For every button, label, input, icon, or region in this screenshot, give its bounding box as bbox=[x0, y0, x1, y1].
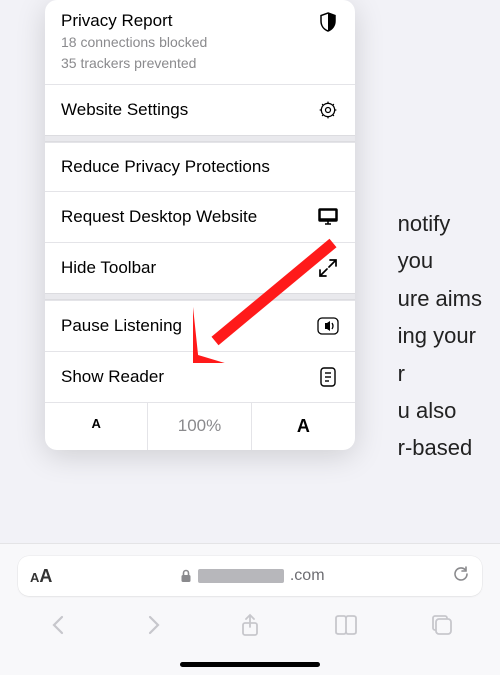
tabs-button[interactable] bbox=[420, 603, 464, 647]
bottom-toolbar bbox=[0, 596, 500, 650]
menu-separator bbox=[45, 135, 355, 142]
desktop-icon bbox=[317, 206, 339, 228]
privacy-report-row[interactable]: Privacy Report 18 connections blocked 35… bbox=[45, 0, 355, 84]
reader-icon bbox=[317, 366, 339, 388]
page-settings-menu: Privacy Report 18 connections blocked 35… bbox=[45, 0, 355, 450]
reload-button[interactable] bbox=[452, 565, 470, 588]
zoom-controls: A 100% A bbox=[45, 402, 355, 450]
home-indicator bbox=[180, 662, 320, 667]
browser-chrome: AA .com bbox=[0, 543, 500, 675]
privacy-report-sub2: 35 trackers prevented bbox=[61, 54, 207, 73]
speaker-icon bbox=[317, 315, 339, 337]
pause-listening-label: Pause Listening bbox=[61, 316, 182, 336]
gear-icon bbox=[317, 99, 339, 121]
hide-toolbar-row[interactable]: Hide Toolbar bbox=[45, 242, 355, 293]
request-desktop-row[interactable]: Request Desktop Website bbox=[45, 191, 355, 242]
expand-arrows-icon bbox=[317, 257, 339, 279]
zoom-level: 100% bbox=[148, 403, 251, 450]
request-desktop-label: Request Desktop Website bbox=[61, 207, 257, 227]
hide-toolbar-label: Hide Toolbar bbox=[61, 258, 156, 278]
forward-button[interactable] bbox=[132, 603, 176, 647]
reduce-privacy-label: Reduce Privacy Protections bbox=[61, 157, 270, 177]
lock-icon bbox=[180, 569, 192, 583]
domain-redacted bbox=[198, 569, 284, 583]
show-reader-label: Show Reader bbox=[61, 367, 164, 387]
privacy-report-title: Privacy Report bbox=[61, 11, 207, 31]
text-size-button[interactable]: AA bbox=[30, 566, 52, 587]
back-button[interactable] bbox=[36, 603, 80, 647]
zoom-in-button[interactable]: A bbox=[252, 403, 355, 450]
page-content-background: notify you ure aims ing your r u also r-… bbox=[398, 205, 482, 467]
reduce-privacy-row[interactable]: Reduce Privacy Protections bbox=[45, 142, 355, 191]
url-bar[interactable]: AA .com bbox=[18, 556, 482, 596]
pause-listening-row[interactable]: Pause Listening bbox=[45, 300, 355, 351]
shield-icon bbox=[317, 11, 339, 33]
show-reader-row[interactable]: Show Reader bbox=[45, 351, 355, 402]
website-settings-label: Website Settings bbox=[61, 100, 188, 120]
share-button[interactable] bbox=[228, 603, 272, 647]
bookmarks-button[interactable] bbox=[324, 603, 368, 647]
website-settings-row[interactable]: Website Settings bbox=[45, 84, 355, 135]
zoom-out-button[interactable]: A bbox=[45, 403, 148, 450]
privacy-report-sub1: 18 connections blocked bbox=[61, 33, 207, 52]
url-display: .com bbox=[180, 567, 325, 585]
menu-separator bbox=[45, 293, 355, 300]
